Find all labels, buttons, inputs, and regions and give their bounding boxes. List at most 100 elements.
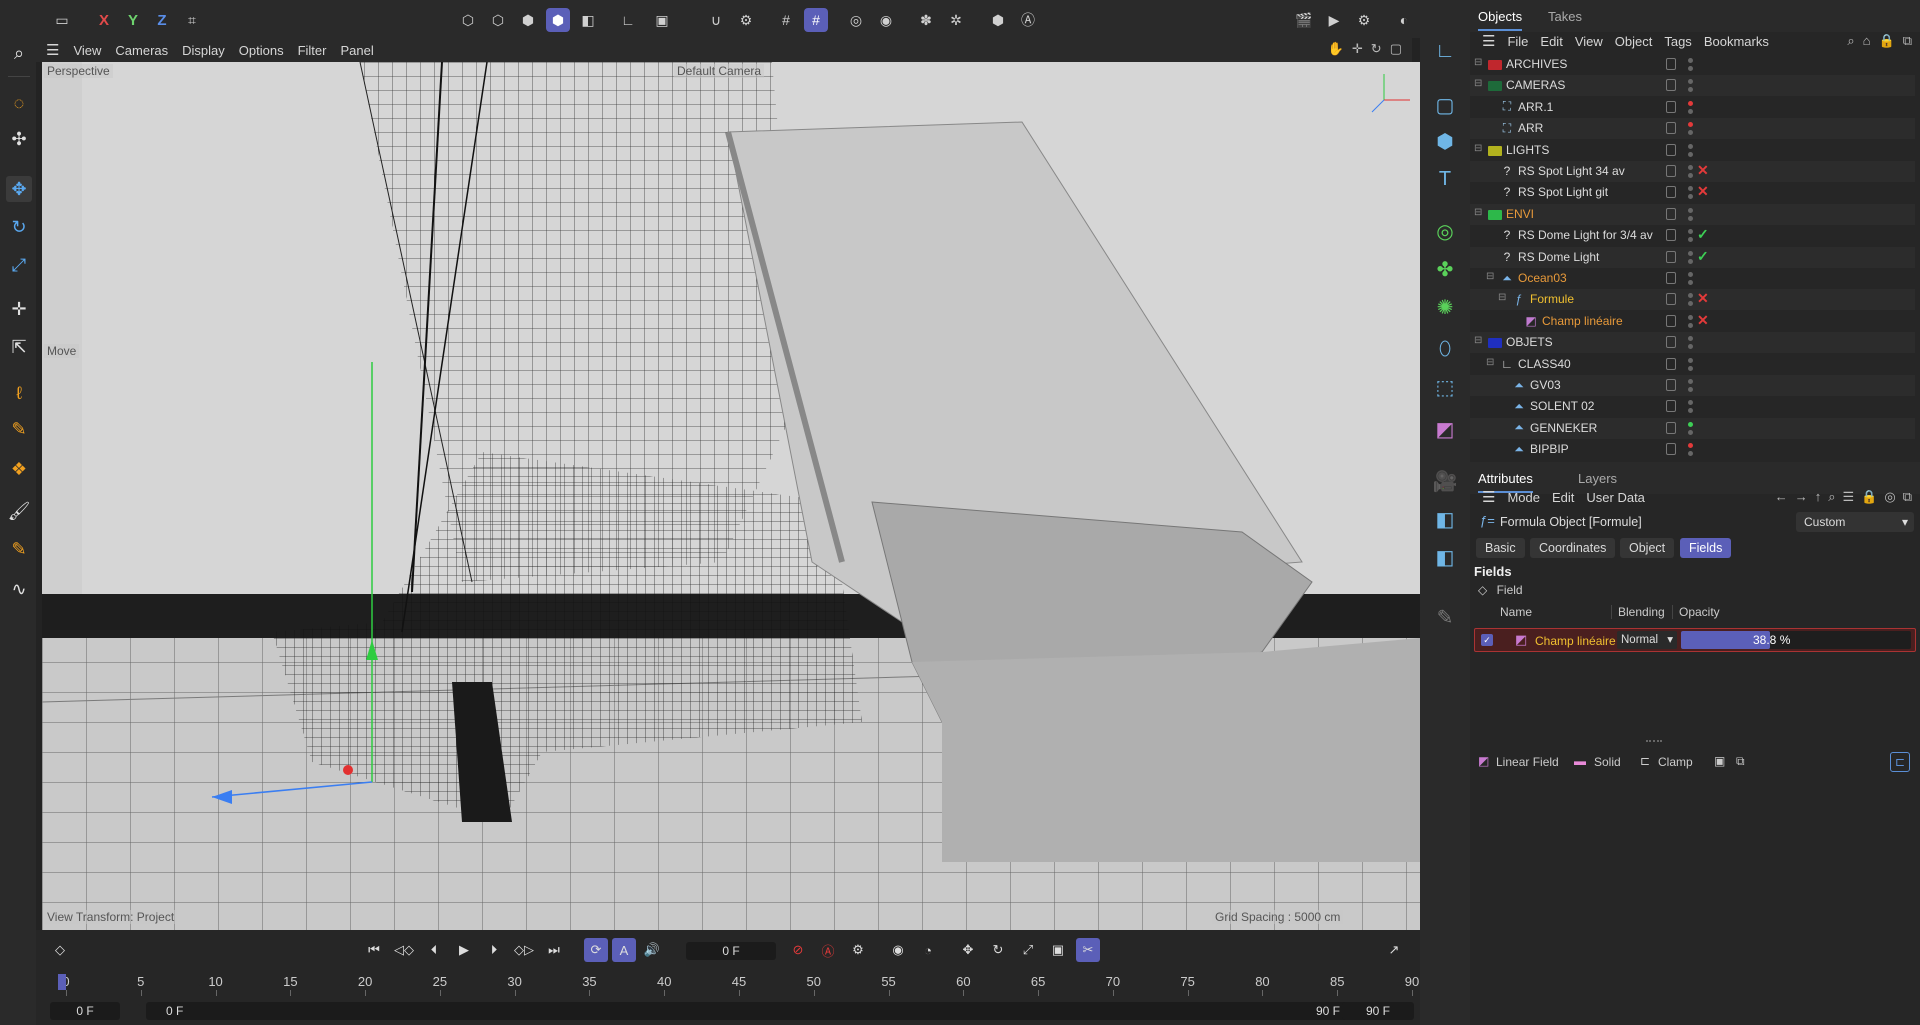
new-window-icon[interactable]: ⧉	[1903, 33, 1912, 49]
menu-mode[interactable]: Mode	[1507, 490, 1540, 505]
tab-object[interactable]: Object	[1620, 538, 1675, 558]
object-row[interactable]: ? RS Spot Light git ✕	[1470, 182, 1915, 203]
search-icon[interactable]: ⌕	[1847, 33, 1854, 49]
play-icon[interactable]: ▶	[452, 938, 476, 962]
keyframe-selection-icon[interactable]: ◉	[886, 938, 910, 962]
render-visibility-dot[interactable]	[1688, 301, 1693, 307]
panel-menu[interactable]: Panel	[340, 43, 373, 58]
field-list-toggle-icon[interactable]: ⊏	[1890, 752, 1910, 772]
object-name[interactable]: Ocean03	[1518, 271, 1567, 285]
object-row[interactable]: ⛶ ARR	[1470, 118, 1915, 140]
render-visibility-dot[interactable]	[1688, 108, 1693, 114]
frame-ruler[interactable]: 0 5 10 15 20 25 30 35 40 45 50 55 60 65 70 75 80 85 90	[58, 974, 1419, 996]
param-key-icon[interactable]: ▣	[1046, 938, 1070, 962]
tab-takes[interactable]: Takes	[1548, 9, 1582, 24]
layer-icon[interactable]: ▣	[1714, 754, 1725, 768]
disabled-x-icon[interactable]: ✕	[1697, 290, 1709, 307]
object-name[interactable]: CAMERAS	[1506, 78, 1565, 92]
scale-key-icon[interactable]: ⤢	[1016, 938, 1040, 962]
column-blending[interactable]: Blending	[1611, 605, 1665, 619]
expand-toggle-icon[interactable]	[1498, 421, 1508, 431]
lasso-icon[interactable]: ℓ	[6, 380, 32, 406]
editor-visibility-dot[interactable]	[1688, 336, 1693, 342]
previous-key-icon[interactable]: ◁◇	[392, 938, 416, 962]
view-menu[interactable]: View	[73, 43, 101, 58]
render-settings-icon[interactable]: ◉	[874, 8, 898, 32]
polygons-mode-icon[interactable]: ⬢	[516, 8, 540, 32]
expand-toggle-icon[interactable]	[1498, 399, 1508, 409]
axis-z-button[interactable]: Z	[150, 8, 174, 32]
up-arrow-icon[interactable]: ↑	[1815, 489, 1822, 505]
hamburger-menu-icon[interactable]: ☰	[46, 41, 59, 59]
expand-toggle-icon[interactable]	[1486, 250, 1496, 260]
layer-checkbox[interactable]	[1666, 79, 1676, 92]
menu-object[interactable]: Object	[1615, 34, 1653, 49]
object-row[interactable]: ⏶ GENNEKER	[1470, 417, 1915, 439]
disabled-x-icon[interactable]: ✕	[1697, 312, 1709, 329]
expand-toggle-icon[interactable]	[1486, 164, 1496, 174]
object-name[interactable]: Champ linéaire	[1542, 314, 1623, 328]
go-to-start-icon[interactable]: ⏮	[362, 938, 386, 962]
symmetry-settings-icon[interactable]: ✲	[944, 8, 968, 32]
viewport[interactable]: Perspective Default Camera Move View Tra…	[42, 62, 1420, 930]
coordinate-system-icon[interactable]: ⌗	[180, 8, 204, 32]
search-icon[interactable]: ⌕	[6, 40, 32, 66]
field-row[interactable]: ✓ ◩ Champ linéaire Normal ▾ 38.8 %	[1474, 628, 1916, 652]
camera-label[interactable]: Perspective	[44, 64, 113, 78]
orbit-icon[interactable]: ↻	[1371, 41, 1382, 57]
autokey-icon[interactable]: Ⓐ	[816, 938, 840, 962]
filter-icon[interactable]: ☰	[1843, 489, 1855, 505]
menu-bookmarks[interactable]: Bookmarks	[1704, 34, 1769, 49]
folder-icon[interactable]: ⧉	[1736, 754, 1745, 769]
render-visibility-dot[interactable]	[1688, 87, 1693, 93]
render-visibility-dot[interactable]	[1688, 387, 1693, 392]
live-selection-icon[interactable]: ◌	[6, 90, 32, 116]
object-row[interactable]: ? RS Spot Light 34 av ✕	[1470, 161, 1915, 182]
key-settings-icon[interactable]: ⚙	[846, 938, 870, 962]
object-row[interactable]: ⊟ ƒ Formule ✕	[1470, 289, 1915, 311]
editor-visibility-dot[interactable]	[1688, 250, 1693, 256]
default-camera-label[interactable]: Default Camera	[674, 64, 765, 78]
render-visibility-dot[interactable]	[1688, 322, 1693, 328]
filter-menu[interactable]: Filter	[298, 43, 327, 58]
object-row[interactable]: ? RS Dome Light for 3/4 av ✓	[1470, 225, 1915, 246]
menu-edit[interactable]: Edit	[1552, 490, 1574, 505]
camera-object-icon[interactable]: 🎥	[1430, 466, 1460, 496]
move-pivot-icon[interactable]: ✣	[6, 126, 32, 152]
solo-icon[interactable]: ▣	[650, 8, 674, 32]
scale-tool-icon[interactable]: ⤢	[6, 252, 32, 278]
undo-history-icon[interactable]: ▭	[50, 8, 74, 32]
layer-checkbox[interactable]	[1666, 186, 1676, 199]
settings-icon[interactable]: ◎	[1884, 489, 1895, 505]
pla-key-icon[interactable]: ✂	[1076, 938, 1100, 962]
cloner-icon[interactable]: ❖	[6, 456, 32, 482]
go-to-end-icon[interactable]: ⏭	[542, 938, 566, 962]
expand-toggle-icon[interactable]	[1498, 378, 1508, 388]
redshift-ipr-icon[interactable]: ◐	[1392, 8, 1416, 32]
layer-checkbox[interactable]	[1666, 336, 1676, 349]
disabled-x-icon[interactable]: ✕	[1697, 183, 1709, 200]
hamburger-icon[interactable]: ☰	[1482, 32, 1495, 50]
tab-fields[interactable]: Fields	[1680, 538, 1732, 558]
expand-toggle-icon[interactable]	[1486, 121, 1496, 131]
text-object-icon[interactable]: T	[1430, 164, 1460, 194]
object-row[interactable]: ⊟ OBJETS	[1470, 332, 1915, 354]
layer-checkbox[interactable]	[1666, 443, 1676, 456]
editor-visibility-dot[interactable]	[1688, 207, 1693, 213]
motion-icon[interactable]: ◔	[916, 938, 940, 962]
object-row[interactable]: ? RS Dome Light ✓	[1470, 246, 1915, 268]
render-visibility-dot[interactable]	[1688, 365, 1693, 371]
menu-user-data[interactable]: User Data	[1586, 490, 1645, 505]
object-name[interactable]: ENVI	[1506, 207, 1534, 221]
menu-file[interactable]: File	[1507, 34, 1528, 49]
snap-settings-icon[interactable]: ⚙	[734, 8, 758, 32]
editor-visibility-dot[interactable]	[1688, 293, 1693, 299]
mograph-icon[interactable]: ✤	[1430, 254, 1460, 284]
disabled-x-icon[interactable]: ✕	[1697, 162, 1709, 179]
range-bar[interactable]: 0 F 90 F	[146, 1002, 1356, 1020]
lock-icon[interactable]: 🔒	[1879, 33, 1895, 49]
render-visibility-dot[interactable]	[1688, 344, 1693, 350]
blending-dropdown[interactable]: Normal ▾	[1617, 631, 1677, 649]
expand-toggle-icon[interactable]: ⊟	[1474, 335, 1484, 346]
column-opacity[interactable]: Opacity	[1672, 605, 1720, 619]
